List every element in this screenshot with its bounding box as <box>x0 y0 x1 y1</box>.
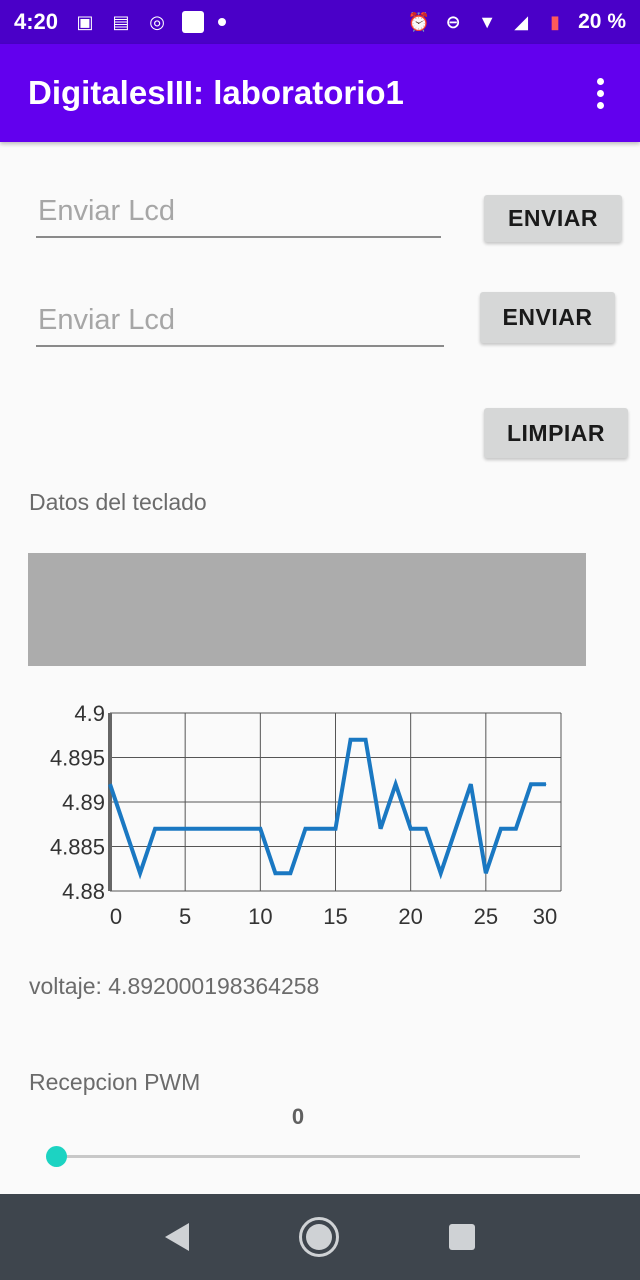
recents-icon[interactable] <box>449 1224 475 1250</box>
lcd-input-2[interactable] <box>38 304 442 337</box>
y-tick-label: 4.89 <box>62 790 105 815</box>
pwm-label: Recepcion PWM <box>29 1069 201 1095</box>
more-vert-icon[interactable] <box>588 73 612 113</box>
battery-icon: ▮ <box>550 11 561 32</box>
y-tick-label: 4.9 <box>74 701 105 726</box>
alarm-icon: ⏰ <box>407 11 431 32</box>
signal-icon: ◢ <box>514 11 529 32</box>
data-point <box>184 828 186 830</box>
data-point <box>124 828 126 830</box>
dot-icon <box>218 18 227 26</box>
lcd-input-2-container <box>36 287 444 347</box>
data-point <box>319 828 321 830</box>
status-bar: 4:20 ▣ ▤ ◎ ⏰ ⊖ ▼ ◢ ▮ 20 % <box>0 0 640 44</box>
app-bar: DigitalesIII: laboratorio1 <box>0 44 640 142</box>
data-point <box>109 783 111 785</box>
data-point <box>545 783 547 785</box>
data-point <box>530 783 532 785</box>
status-time: 4:20 <box>14 9 59 34</box>
send-button-2[interactable]: ENVIAR <box>480 292 615 343</box>
x-tick-label: 30 <box>533 904 557 929</box>
data-point <box>139 872 141 874</box>
voltage-series-line <box>108 737 546 880</box>
data-point <box>244 828 246 830</box>
battery-percent: 20 % <box>578 10 626 33</box>
pwm-slider-thumb[interactable] <box>46 1146 67 1167</box>
home-icon[interactable] <box>299 1217 339 1257</box>
lcd-input-1[interactable] <box>38 195 439 228</box>
data-point <box>470 783 472 785</box>
data-point <box>395 783 397 785</box>
chart-tick-labels: 0 5 10 15 20 25 30 4.9 4.895 4.89 4.885 4.88 <box>50 701 557 929</box>
keyboard-data-label: Datos del teclado <box>29 489 207 515</box>
data-point <box>365 739 367 741</box>
data-point <box>485 872 487 874</box>
data-point <box>304 828 306 830</box>
send-button-1[interactable]: ENVIAR <box>484 195 622 242</box>
y-tick-label: 4.88 <box>62 879 105 904</box>
x-tick-label: 0 <box>110 904 122 929</box>
image-icon: ▣ <box>76 11 94 32</box>
x-tick-label: 10 <box>248 904 272 929</box>
data-point <box>259 828 261 830</box>
x-tick-label: 20 <box>398 904 422 929</box>
data-point <box>500 828 502 830</box>
data-point <box>214 828 216 830</box>
pwm-slider[interactable] <box>46 1144 580 1168</box>
app-title: DigitalesIII: laboratorio1 <box>28 74 404 111</box>
data-point <box>335 828 336 830</box>
pwm-value: 0 <box>291 1104 305 1129</box>
news-icon: ▤ <box>112 11 130 32</box>
system-icons: ⏰ ⊖ ▼ ◢ ▮ 20 % <box>408 10 626 34</box>
keyboard-data-display <box>28 553 586 666</box>
navigation-bar <box>0 1194 640 1280</box>
data-point <box>410 828 412 830</box>
data-point <box>199 828 201 830</box>
data-point <box>350 739 352 741</box>
x-tick-label: 15 <box>323 904 347 929</box>
lcd-input-1-container <box>36 178 441 238</box>
data-point <box>154 828 156 830</box>
chart-series <box>108 737 547 880</box>
data-point <box>229 828 231 830</box>
y-tick-label: 4.885 <box>50 835 105 860</box>
pwm-slider-track[interactable] <box>56 1155 580 1158</box>
data-point <box>440 872 442 874</box>
data-point <box>455 828 457 830</box>
dnd-icon: ⊖ <box>445 11 461 32</box>
whatsapp-icon: ◎ <box>149 11 165 32</box>
y-tick-label: 4.895 <box>50 746 105 771</box>
wifi-icon: ▼ <box>478 11 497 32</box>
notification-icons: ▣ ▤ ◎ <box>74 11 227 33</box>
data-point <box>289 872 291 874</box>
data-point <box>380 828 382 830</box>
app-square-icon <box>182 11 205 33</box>
data-point <box>169 828 171 830</box>
data-point <box>425 828 427 830</box>
x-tick-label: 25 <box>474 904 498 929</box>
data-point <box>274 872 276 874</box>
voltage-readout: voltaje: 4.892000198364258 <box>29 973 320 999</box>
chart-grid <box>110 712 562 892</box>
x-tick-label: 5 <box>179 904 191 929</box>
voltage-chart: 0 5 10 15 20 25 30 4.9 4.895 4.89 4.885 4.88 <box>50 701 562 929</box>
data-point <box>515 828 517 830</box>
clear-button[interactable]: LIMPIAR <box>484 408 628 458</box>
back-icon[interactable] <box>165 1223 189 1251</box>
